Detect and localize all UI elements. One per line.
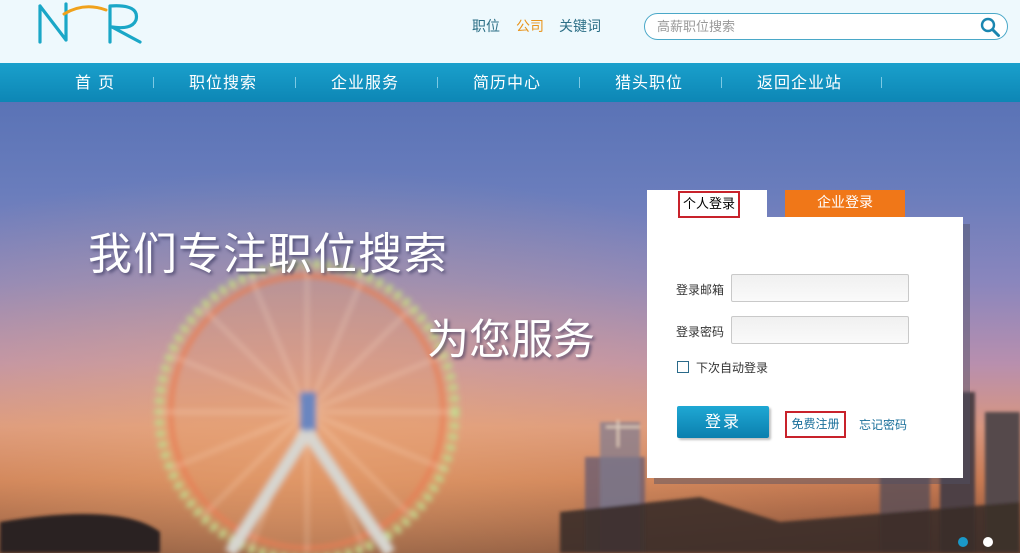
login-button[interactable]: 登录 <box>677 406 769 438</box>
search-bar <box>644 13 1008 40</box>
search-input[interactable] <box>655 17 979 38</box>
remember-me-label[interactable]: 下次自动登录 <box>696 359 768 376</box>
nav-separator <box>721 77 722 88</box>
nav-item-home[interactable]: 首 页 <box>75 63 115 102</box>
login-panel <box>647 217 963 478</box>
register-link[interactable]: 免费注册 <box>785 411 846 438</box>
nav-item-resume-center[interactable]: 简历中心 <box>473 63 541 102</box>
nav-item-back-to-enterprise[interactable]: 返回企业站 <box>757 63 842 102</box>
search-type-position[interactable]: 职位 <box>472 16 500 36</box>
nav-separator <box>153 77 154 88</box>
hero-slogan-line2: 为您服务 <box>427 315 596 364</box>
nav-item-enterprise-service[interactable]: 企业服务 <box>331 63 399 102</box>
slider-dot-2[interactable] <box>983 537 993 547</box>
search-type-keyword[interactable]: 关键词 <box>559 16 601 36</box>
nav-separator <box>881 77 882 88</box>
email-label: 登录邮箱 <box>676 283 725 297</box>
tab-personal-login[interactable]: 个人登录 <box>647 190 767 218</box>
search-type-company[interactable]: 公司 <box>516 16 544 36</box>
hero-slogan-line1: 我们专注职位搜索 <box>88 229 448 280</box>
email-field[interactable] <box>731 274 909 302</box>
tab-company-login[interactable]: 企业登录 <box>785 190 905 217</box>
password-label: 登录密码 <box>676 325 725 339</box>
nav-separator <box>579 77 580 88</box>
slider-dot-1[interactable] <box>958 537 968 547</box>
main-nav: 首 页 职位搜索 企业服务 简历中心 猎头职位 返回企业站 <box>0 63 1020 102</box>
nav-item-job-search[interactable]: 职位搜索 <box>189 63 257 102</box>
password-field[interactable] <box>731 316 909 344</box>
nav-separator <box>437 77 438 88</box>
tab-personal-login-label: 个人登录 <box>678 191 741 218</box>
site-logo[interactable] <box>36 0 146 44</box>
remember-me-checkbox[interactable] <box>677 361 689 373</box>
search-icon[interactable] <box>979 16 1001 38</box>
header: 职位 公司 关键词 <box>0 0 1020 63</box>
forgot-password-link[interactable]: 忘记密码 <box>859 416 907 433</box>
nav-item-headhunter-jobs[interactable]: 猎头职位 <box>615 63 683 102</box>
nav-separator <box>295 77 296 88</box>
